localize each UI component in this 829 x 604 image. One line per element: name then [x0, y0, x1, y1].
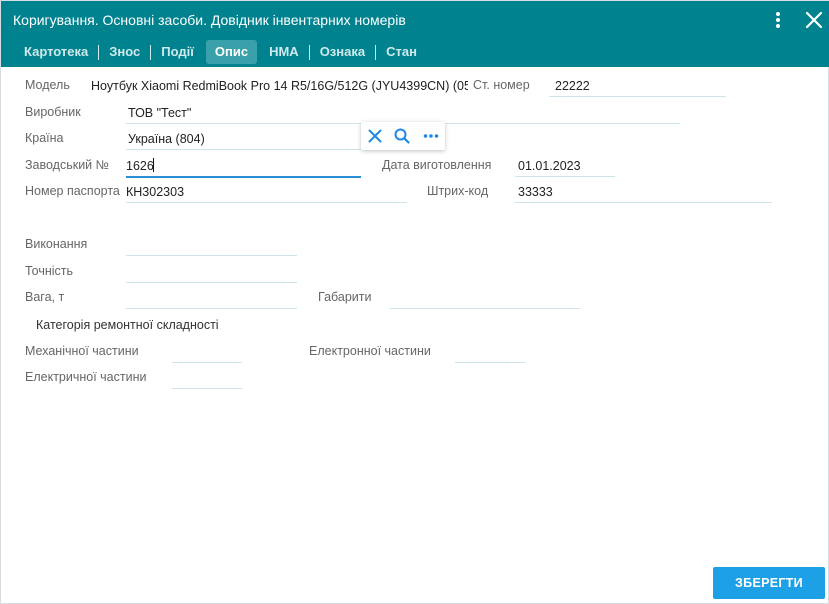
tab-separator: [150, 44, 152, 60]
tab-kartoteka[interactable]: Картотека: [15, 40, 97, 64]
electronic-label: Електронної частини: [309, 344, 431, 358]
more-horizontal-icon[interactable]: [422, 127, 440, 145]
accuracy-underline: [126, 282, 297, 283]
weight-underline: [126, 308, 297, 309]
country-label: Країна: [25, 131, 64, 145]
tab-oznaka[interactable]: Ознака: [311, 40, 374, 64]
accuracy-label: Точність: [25, 264, 74, 278]
country-underline: [126, 149, 361, 150]
barcode-underline: [515, 202, 772, 203]
tab-stan[interactable]: Стан: [377, 40, 426, 64]
tab-nma[interactable]: НМА: [260, 40, 308, 64]
mechanical-label: Механічної частини: [25, 344, 139, 358]
dialog-header: Коригування. Основні засоби. Довідник ін…: [1, 1, 829, 67]
dialog-window: Коригування. Основні засоби. Довідник ін…: [0, 0, 829, 604]
weight-label: Вага, т: [25, 290, 65, 304]
more-vertical-icon[interactable]: [770, 10, 786, 30]
text-caret: [153, 158, 154, 172]
st-number-label: Ст. номер: [473, 78, 530, 92]
manufacturer-input[interactable]: ТОВ "Тест": [128, 106, 428, 120]
mechanical-underline: [172, 362, 242, 363]
electrical-underline: [172, 388, 242, 389]
close-icon[interactable]: [804, 10, 824, 30]
clear-icon[interactable]: [366, 127, 384, 145]
made-date-underline: [515, 176, 615, 177]
serial-input[interactable]: 1626: [126, 159, 326, 173]
barcode-input[interactable]: 33333: [518, 185, 718, 199]
tab-podii[interactable]: Події: [152, 40, 203, 64]
tab-separator: [308, 44, 310, 60]
electrical-label: Електричної частини: [25, 370, 147, 384]
lookup-popup: [361, 122, 445, 150]
st-number-underline: [549, 96, 726, 97]
dialog-title: Коригування. Основні засоби. Довідник ін…: [13, 12, 406, 28]
tab-separator: [375, 44, 377, 60]
electronic-underline: [455, 362, 525, 363]
model-input[interactable]: Ноутбук Xiaomi RedmiBook Pro 14 R5/16G/5…: [91, 79, 468, 93]
barcode-label: Штрих-код: [427, 184, 489, 198]
passport-underline: [126, 202, 407, 203]
tab-znos[interactable]: Знос: [100, 40, 149, 64]
st-number-input[interactable]: 22222: [555, 79, 725, 93]
country-input[interactable]: Україна (804): [128, 132, 358, 146]
dimensions-underline: [390, 308, 580, 309]
serial-label: Заводський №: [25, 158, 110, 172]
tab-separator: [98, 44, 100, 60]
passport-input[interactable]: КН302303: [126, 185, 326, 199]
repair-section-title: Категорія ремонтної складності: [36, 318, 219, 332]
made-date-input[interactable]: 01.01.2023: [518, 159, 613, 173]
made-date-label: Дата виготовлення: [382, 158, 492, 172]
passport-label: Номер паспорта: [25, 184, 120, 198]
manufacturer-label: Виробник: [25, 105, 81, 119]
execution-label: Виконання: [25, 237, 88, 251]
serial-underline: [126, 176, 361, 178]
search-icon[interactable]: [393, 127, 411, 145]
tab-bar: Картотека Знос Події Опис НМА Ознака Ста…: [15, 39, 426, 65]
save-button[interactable]: ЗБЕРЕГТИ: [713, 567, 825, 599]
execution-underline: [126, 255, 297, 256]
model-label: Модель: [25, 78, 70, 92]
tab-opys[interactable]: Опис: [205, 40, 258, 64]
dimensions-label: Габарити: [318, 290, 372, 304]
